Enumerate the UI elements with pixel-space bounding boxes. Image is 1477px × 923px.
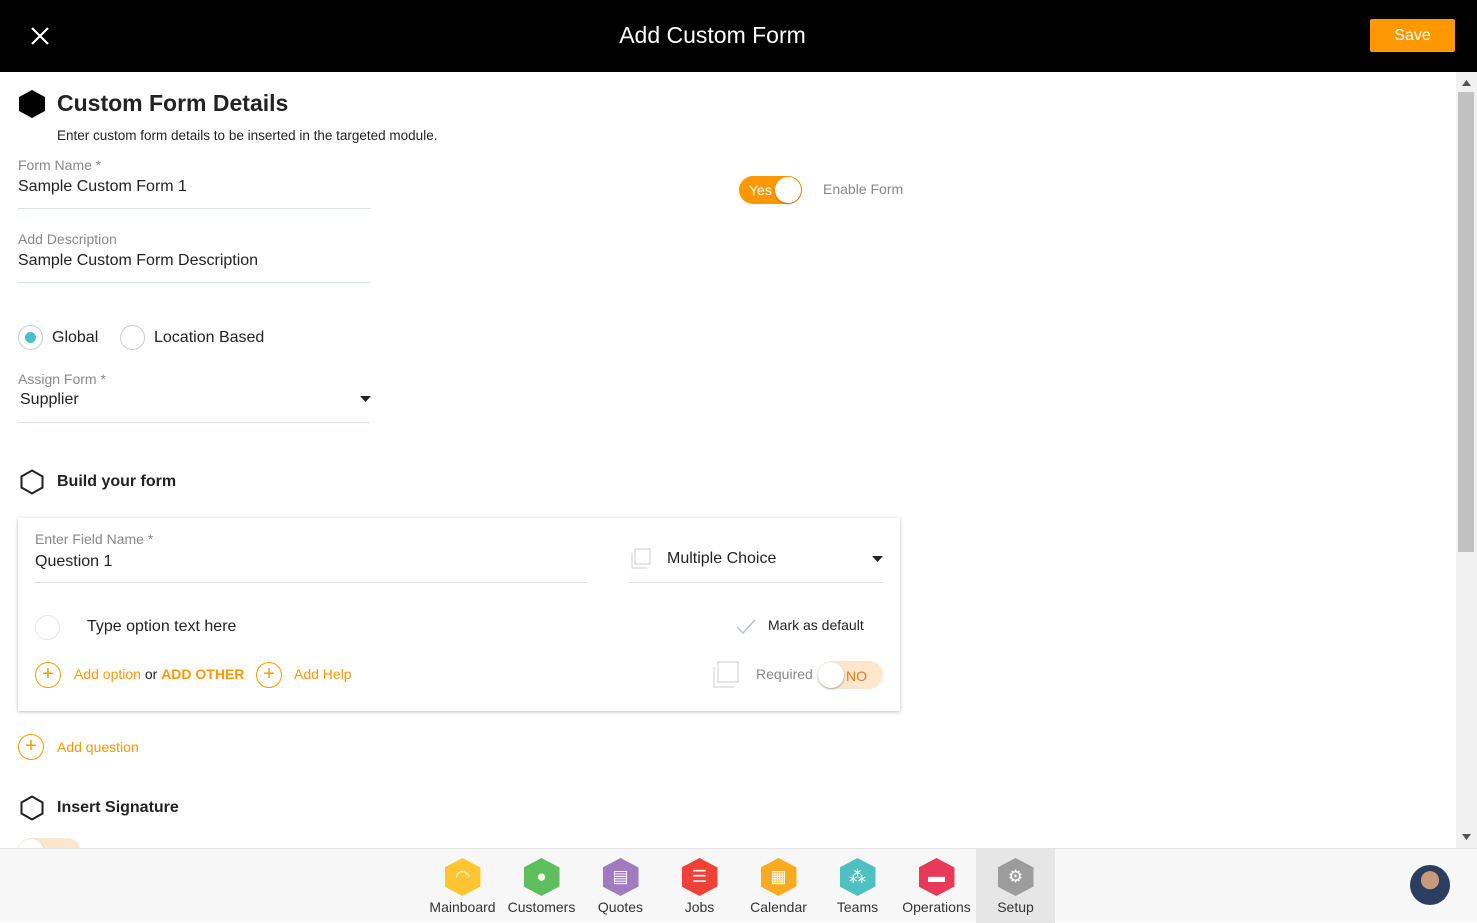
save-button[interactable]: Save: [1370, 19, 1455, 52]
list-icon: ☰: [681, 858, 718, 896]
copy-icon: [631, 548, 651, 569]
dock-item-label: Customers: [507, 899, 576, 915]
scrollbar-thumb[interactable]: [1458, 92, 1474, 552]
radio-global-label: Global: [52, 329, 99, 346]
dock-item-mainboard[interactable]: ◠ Mainboard: [423, 849, 502, 923]
add-other-link[interactable]: ADD OTHER: [161, 666, 244, 682]
assign-form-select[interactable]: Supplier: [20, 391, 79, 409]
dock-item-label: Teams: [836, 899, 879, 915]
dashboard-icon: ◠: [444, 858, 481, 896]
scroll-up-icon[interactable]: [1462, 80, 1471, 86]
check-icon[interactable]: [736, 618, 756, 634]
form-name-label: Form Name *: [18, 157, 102, 173]
mark-default-label[interactable]: Mark as default: [768, 617, 864, 633]
field-type-select[interactable]: Multiple Choice: [667, 550, 776, 568]
calendar-icon: ▦: [760, 858, 797, 896]
dock-item-label: Calendar: [750, 899, 807, 915]
description-label: Add Description: [18, 231, 117, 247]
hexagon-outline-icon: [20, 469, 44, 495]
user-icon: ●: [523, 858, 560, 896]
option-radio[interactable]: [35, 615, 60, 640]
section-heading: Custom Form Details: [57, 90, 289, 116]
required-toggle-label: NO: [846, 668, 867, 684]
field-name-input[interactable]: Question 1: [35, 553, 587, 571]
description-input[interactable]: Sample Custom Form Description: [18, 252, 370, 270]
scroll-down-icon[interactable]: [1462, 834, 1471, 840]
gear-icon: ⚙: [997, 858, 1034, 896]
quotes-icon: ▤: [602, 858, 639, 896]
dock-item-label: Quotes: [597, 899, 644, 915]
user-avatar[interactable]: [1410, 865, 1450, 905]
signature-toggle[interactable]: [18, 838, 81, 848]
add-option-link[interactable]: Add option: [74, 666, 141, 682]
teams-icon: ⁂: [839, 858, 876, 896]
hexagon-outline-icon: [20, 795, 44, 821]
enable-form-label: Enable Form: [823, 181, 904, 197]
add-question-plus-icon[interactable]: +: [18, 734, 44, 760]
caret-down-icon[interactable]: [872, 556, 883, 562]
dock-item-teams[interactable]: ⁂ Teams: [818, 849, 897, 923]
form-content: Custom Form Details Enter custom form de…: [0, 72, 1456, 848]
dock-item-label: Setup: [997, 899, 1034, 915]
dock-item-operations[interactable]: ▬ Operations: [897, 849, 976, 923]
field-name-label: Enter Field Name *: [35, 531, 154, 547]
copy-icon[interactable]: [711, 660, 741, 690]
required-label: Required: [756, 666, 813, 682]
add-help-plus-icon[interactable]: +: [256, 662, 282, 688]
insert-signature-heading: Insert Signature: [57, 799, 179, 816]
add-question-link[interactable]: Add question: [57, 739, 139, 755]
scrollbar[interactable]: [1456, 72, 1477, 848]
or-text: or: [144, 666, 158, 682]
section-subtitle: Enter custom form details to be inserted…: [57, 128, 438, 143]
briefcase-icon: ▬: [918, 858, 955, 896]
hexagon-filled-icon: [19, 90, 45, 118]
dock-item-jobs[interactable]: ☰ Jobs: [660, 849, 739, 923]
dock-item-customers[interactable]: ● Customers: [502, 849, 581, 923]
required-toggle[interactable]: NO: [818, 661, 883, 689]
radio-location-label: Location Based: [154, 329, 265, 346]
assign-form-label: Assign Form *: [18, 371, 106, 387]
dock-item-setup[interactable]: ⚙ Setup: [976, 849, 1055, 923]
page-title: Add Custom Form: [619, 22, 806, 48]
add-option-row: Add option or ADD OTHER: [74, 666, 244, 682]
dock-item-label: Operations: [902, 899, 971, 915]
caret-down-icon[interactable]: [360, 396, 371, 402]
dock-item-calendar[interactable]: ▦ Calendar: [739, 849, 818, 923]
toggle-label: Yes: [749, 182, 772, 198]
radio-global[interactable]: [18, 325, 43, 350]
dock-item-label: Mainboard: [429, 899, 496, 915]
radio-location-based[interactable]: [120, 325, 145, 350]
app-dock: ◠ Mainboard ● Customers ▤ Quotes ☰ Jobs ▦ Calenda…: [0, 848, 1477, 923]
form-name-input[interactable]: Sample Custom Form 1: [18, 178, 370, 196]
header-bar: Add Custom Form Save: [0, 0, 1477, 72]
question-card: Enter Field Name * Question 1 Multiple C…: [18, 518, 900, 711]
dock-item-label: Jobs: [684, 899, 715, 915]
option-text-input[interactable]: Type option text here: [87, 618, 236, 636]
build-form-heading: Build your form: [57, 473, 177, 490]
dock-item-quotes[interactable]: ▤ Quotes: [581, 849, 660, 923]
add-help-link[interactable]: Add Help: [294, 666, 352, 682]
add-option-plus-icon[interactable]: +: [35, 662, 61, 688]
enable-form-toggle[interactable]: Yes: [739, 176, 802, 204]
